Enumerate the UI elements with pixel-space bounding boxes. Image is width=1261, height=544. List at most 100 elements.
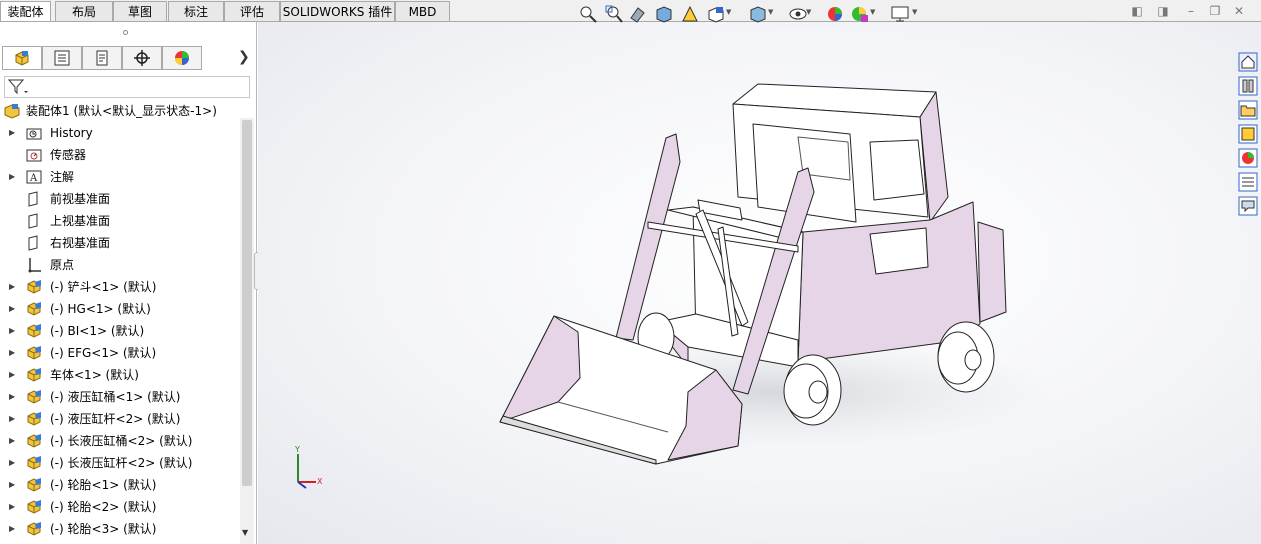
tree-item-label: (-) 长液压缸杆<2> (默认)	[50, 456, 193, 470]
tree-root-assembly[interactable]: 装配体1 (默认<默认_显示状态-1>)	[0, 100, 240, 122]
triad-x-label: X	[317, 477, 323, 486]
expand-arrow-icon[interactable]: ▶	[9, 320, 15, 342]
tree-item[interactable]: 上视基准面	[0, 210, 240, 232]
manager-tabs: ❯	[2, 46, 254, 72]
annotation-icon: A	[26, 170, 42, 184]
tab-assembly[interactable]: 装配体	[0, 1, 51, 23]
tree-item[interactable]: ▶ History	[0, 122, 240, 144]
part-icon	[27, 302, 41, 316]
dropdown-arrow-icon[interactable]: ▼	[806, 8, 811, 16]
tree-item[interactable]: ▶ (-) BI<1> (默认)	[0, 320, 240, 342]
expand-arrow-icon[interactable]: ▶	[9, 298, 15, 320]
viewport-window-controls: ◧ ◨ – ❐ ✕	[1130, 4, 1250, 20]
close-icon[interactable]: ✕	[1232, 4, 1246, 18]
expand-arrow-icon[interactable]: ▶	[9, 452, 15, 474]
tree-item[interactable]: ▶ A 注解	[0, 166, 240, 188]
tree-item[interactable]: ▶ (-) 轮胎<1> (默认)	[0, 474, 240, 496]
part-icon	[27, 522, 41, 536]
tree-item-label: (-) 轮胎<1> (默认)	[50, 478, 157, 492]
expand-arrow-icon[interactable]: ▶	[9, 408, 15, 430]
dynamic-annotation-icon[interactable]	[680, 4, 700, 24]
tree-item[interactable]: 右视基准面	[0, 232, 240, 254]
zoom-to-fit-icon[interactable]	[578, 4, 598, 24]
expand-arrow-icon[interactable]: ▶	[9, 496, 15, 518]
expand-arrow-icon[interactable]: ▶	[9, 122, 15, 144]
panel-splitter-handle[interactable]	[123, 30, 128, 35]
dropdown-arrow-icon[interactable]: ▼	[726, 8, 731, 16]
tree-item-label: (-) 长液压缸桶<2> (默认)	[50, 434, 193, 448]
view-settings-icon[interactable]	[890, 4, 910, 24]
minimize-icon[interactable]: –	[1184, 4, 1198, 18]
tab-solidworks-addins[interactable]: SOLIDWORKS 插件	[280, 1, 395, 21]
tab-layout[interactable]: 布局	[55, 1, 113, 21]
tree-item[interactable]: ▶ (-) 液压缸杆<2> (默认)	[0, 408, 240, 430]
previous-view-icon[interactable]	[628, 4, 648, 24]
expand-arrow-icon[interactable]: ▶	[9, 430, 15, 452]
configuration-manager-tab[interactable]	[82, 46, 122, 70]
tree-item[interactable]: ▶ (-) 液压缸桶<1> (默认)	[0, 386, 240, 408]
tree-item[interactable]: ▶ (-) EFG<1> (默认)	[0, 342, 240, 364]
tree-item-label: 前视基准面	[50, 192, 111, 206]
dock-left-icon[interactable]: ◧	[1130, 4, 1144, 18]
apply-scene-icon[interactable]	[850, 4, 870, 24]
dropdown-arrow-icon[interactable]: ▼	[870, 8, 875, 16]
plane-icon	[28, 235, 38, 251]
svg-text:A: A	[29, 173, 38, 184]
graphics-area[interactable]: ▼ ▼ ▼ ▼ ▼ ◧ ◨ – ❐ ✕ Y X	[258, 4, 1261, 544]
view-orientation-icon[interactable]	[706, 4, 726, 24]
tree-item[interactable]: ▶ (-) 长液压缸桶<2> (默认)	[0, 430, 240, 452]
expand-arrow-icon[interactable]: ▶	[9, 474, 15, 496]
tree-item-label: (-) 铲斗<1> (默认)	[50, 280, 157, 294]
sensor-icon	[26, 149, 42, 162]
tree-item[interactable]: 前视基准面	[0, 188, 240, 210]
restore-icon[interactable]: ❐	[1208, 4, 1222, 18]
part-icon	[27, 280, 41, 294]
dropdown-arrow-icon[interactable]: ▼	[912, 8, 917, 16]
tab-markup[interactable]: 标注	[168, 1, 224, 21]
section-view-icon[interactable]	[654, 4, 674, 24]
tree-item-label: (-) 轮胎<3> (默认)	[50, 522, 157, 536]
more-tabs-chevron-icon[interactable]: ❯	[238, 49, 250, 65]
tree-item[interactable]: ▶ (-) 轮胎<3> (默认)	[0, 518, 240, 540]
scrollbar-thumb[interactable]	[242, 120, 252, 486]
tree-filter[interactable]	[4, 76, 250, 98]
display-manager-tab[interactable]	[162, 46, 202, 70]
part-icon	[27, 346, 41, 360]
expand-arrow-icon[interactable]: ▶	[9, 386, 15, 408]
tree-item[interactable]: ▶ (-) 铲斗<1> (默认)	[0, 276, 240, 298]
tree-item-label: 上视基准面	[50, 214, 111, 228]
dimxpert-tab[interactable]	[122, 46, 162, 70]
display-style-icon[interactable]	[748, 4, 768, 24]
expand-arrow-icon[interactable]: ▶	[9, 342, 15, 364]
tree-item[interactable]: ▶ (-) HG<1> (默认)	[0, 298, 240, 320]
expand-arrow-icon[interactable]: ▶	[9, 166, 15, 188]
property-manager-tab[interactable]	[42, 46, 82, 70]
part-icon	[27, 368, 41, 382]
triad-y-label: Y	[294, 445, 300, 454]
tree-item-label: 车体<1> (默认)	[50, 368, 139, 382]
coordinate-triad: Y X	[294, 445, 323, 489]
origin-icon	[28, 258, 41, 273]
part-icon	[27, 390, 41, 404]
tab-mbd[interactable]: MBD	[395, 1, 450, 21]
tree-item[interactable]: ▶ (-) 轮胎<2> (默认)	[0, 496, 240, 518]
edit-appearance-icon[interactable]	[826, 4, 846, 24]
dropdown-arrow-icon[interactable]: ▼	[768, 8, 773, 16]
feature-manager-tab[interactable]	[2, 46, 42, 70]
tree-item[interactable]: 原点	[0, 254, 240, 276]
hide-show-items-icon[interactable]	[788, 4, 808, 24]
tree-scrollbar[interactable]: ▼	[240, 118, 254, 544]
tree-item[interactable]: ▶ (-) 长液压缸杆<2> (默认)	[0, 452, 240, 474]
tab-evaluate[interactable]: 评估	[224, 1, 280, 21]
tab-sketch[interactable]: 草图	[113, 1, 167, 21]
part-icon	[27, 324, 41, 338]
expand-arrow-icon[interactable]: ▶	[9, 364, 15, 386]
scroll-down-arrow-icon[interactable]: ▼	[242, 528, 248, 537]
tree-item[interactable]: 传感器	[0, 144, 240, 166]
loader-assembly-model[interactable]	[258, 22, 1261, 544]
tree-item[interactable]: ▶ 车体<1> (默认)	[0, 364, 240, 386]
zoom-to-area-icon[interactable]	[604, 4, 624, 24]
expand-arrow-icon[interactable]: ▶	[9, 518, 15, 540]
dock-right-icon[interactable]: ◨	[1156, 4, 1170, 18]
expand-arrow-icon[interactable]: ▶	[9, 276, 15, 298]
